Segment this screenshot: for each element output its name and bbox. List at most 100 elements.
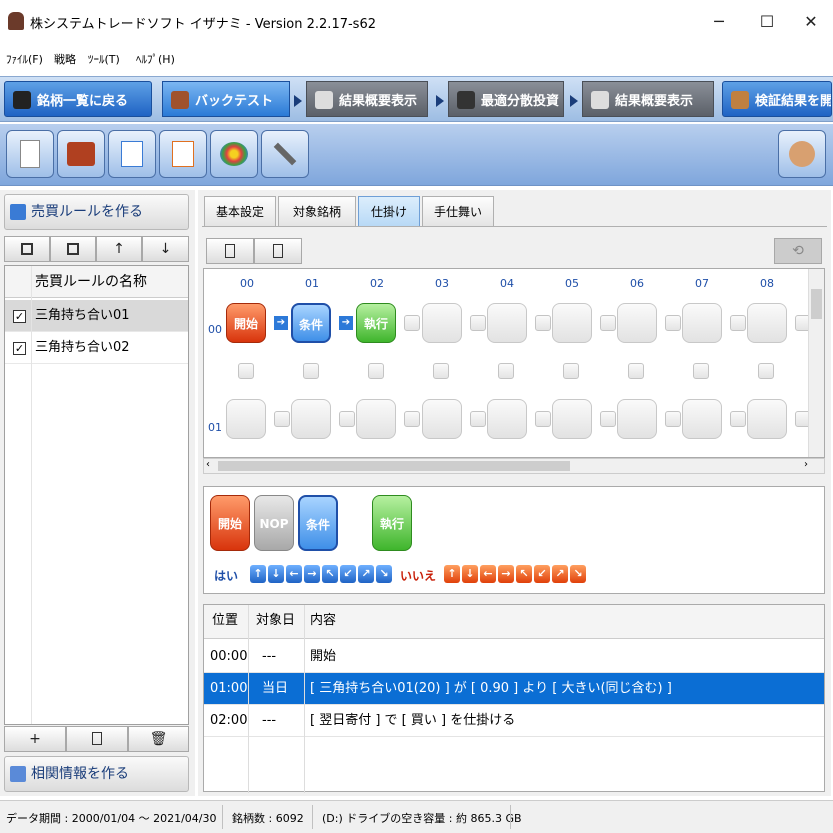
flow-connector[interactable] — [470, 411, 486, 427]
settings-chest-button[interactable] — [57, 130, 105, 178]
export-button[interactable] — [108, 130, 156, 178]
flow-cell[interactable] — [226, 399, 266, 439]
flow-cell[interactable] — [356, 399, 396, 439]
flow-connector[interactable] — [730, 411, 746, 427]
flow-connector[interactable] — [600, 315, 616, 331]
export-flow-button[interactable] — [254, 238, 302, 264]
flow-node-condition[interactable]: 条件 — [291, 303, 331, 343]
no-arrow-upright-icon[interactable]: ↗ — [552, 565, 568, 583]
yes-arrow-up-icon[interactable]: ↑ — [250, 565, 266, 583]
palette-button[interactable] — [210, 130, 258, 178]
flow-canvas[interactable]: 00 01 02 03 04 05 06 07 08 00 01 開始 ➔ 条件… — [203, 268, 825, 458]
flow-cell[interactable] — [422, 303, 462, 343]
yes-arrow-downright-icon[interactable]: ↘ — [376, 565, 392, 583]
yes-arrow-down-icon[interactable]: ↓ — [268, 565, 284, 583]
minimize-button[interactable]: ─ — [696, 8, 742, 36]
palette-condition[interactable]: 条件 — [298, 495, 338, 551]
save-as-rule-button[interactable] — [50, 236, 96, 262]
flow-node-execute[interactable]: 執行 — [356, 303, 396, 343]
no-arrow-down-icon[interactable]: ↓ — [462, 565, 478, 583]
menu-help[interactable]: ﾍﾙﾌﾟ(H) — [136, 51, 175, 67]
create-correlation-button[interactable]: 相関情報を作る — [4, 756, 189, 792]
palette-start[interactable]: 開始 — [210, 495, 250, 551]
palette-nop[interactable]: NOP — [254, 495, 294, 551]
exit-button[interactable] — [778, 130, 826, 178]
no-arrow-right-icon[interactable]: → — [498, 565, 514, 583]
yes-arrow-upright-icon[interactable]: ↗ — [358, 565, 374, 583]
vertical-scrollbar[interactable] — [808, 269, 824, 457]
no-arrow-left-icon[interactable]: ← — [480, 565, 496, 583]
import-flow-button[interactable] — [206, 238, 254, 264]
close-button[interactable]: ✕ — [788, 8, 833, 36]
scroll-right-icon[interactable]: › — [804, 459, 808, 470]
flow-node-start[interactable]: 開始 — [226, 303, 266, 343]
move-up-button[interactable]: ↑ — [96, 236, 142, 262]
flow-connector[interactable] — [339, 411, 355, 427]
yes-arrow-right-icon[interactable]: → — [304, 565, 320, 583]
flow-connector[interactable] — [600, 411, 616, 427]
rule-list-item[interactable]: ✓ 三角持ち合い01 — [5, 300, 188, 332]
table-row[interactable]: 00:00 --- 開始 — [204, 641, 824, 673]
flow-connector[interactable] — [368, 363, 384, 379]
copy-rule-button[interactable] — [66, 726, 128, 752]
nav-backtest[interactable]: バックテスト — [162, 81, 290, 117]
rule-checkbox[interactable]: ✓ — [13, 310, 26, 323]
flow-cell[interactable] — [422, 399, 462, 439]
flow-cell[interactable] — [617, 399, 657, 439]
flow-connector[interactable] — [433, 363, 449, 379]
maximize-button[interactable]: ☐ — [744, 8, 790, 36]
flow-connector[interactable] — [665, 411, 681, 427]
horizontal-scroll-thumb[interactable] — [218, 461, 570, 471]
yes-arrow-downleft-icon[interactable]: ↙ — [340, 565, 356, 583]
nav-summary-2[interactable]: 結果概要表示 — [582, 81, 714, 117]
flow-cell[interactable] — [747, 399, 787, 439]
nav-open-results[interactable]: 検証結果を開く — [722, 81, 832, 117]
scroll-left-icon[interactable]: ‹ — [206, 459, 210, 470]
no-arrow-up-icon[interactable]: ↑ — [444, 565, 460, 583]
flow-cell[interactable] — [552, 399, 592, 439]
undo-button[interactable]: ⟲ — [774, 238, 822, 264]
tab-entry[interactable]: 仕掛け — [358, 196, 420, 226]
menu-tools[interactable]: ﾂｰﾙ(T) — [88, 51, 120, 67]
no-arrow-downleft-icon[interactable]: ↙ — [534, 565, 550, 583]
create-rule-button[interactable]: 売買ルールを作る — [4, 194, 189, 230]
flow-cell[interactable] — [487, 303, 527, 343]
menu-strategy[interactable]: 戦略 — [54, 51, 76, 67]
flow-connector[interactable] — [628, 363, 644, 379]
add-rule-button[interactable]: + — [4, 726, 66, 752]
flow-connector[interactable] — [470, 315, 486, 331]
save-rule-button[interactable] — [4, 236, 50, 262]
tab-exit[interactable]: 手仕舞い — [422, 196, 494, 226]
palette-execute[interactable]: 執行 — [372, 495, 412, 551]
flow-connector[interactable] — [693, 363, 709, 379]
flow-cell[interactable] — [552, 303, 592, 343]
new-file-button[interactable] — [6, 130, 54, 178]
flow-cell[interactable] — [617, 303, 657, 343]
tab-target-stocks[interactable]: 対象銘柄 — [278, 196, 356, 226]
flow-cell[interactable] — [747, 303, 787, 343]
rule-list-item[interactable]: ✓ 三角持ち合い02 — [5, 332, 188, 364]
yes-arrow-upleft-icon[interactable]: ↖ — [322, 565, 338, 583]
flow-connector[interactable] — [730, 315, 746, 331]
horizontal-scrollbar[interactable]: ‹ › — [203, 458, 825, 474]
yes-arrow-left-icon[interactable]: ← — [286, 565, 302, 583]
flow-connector[interactable] — [758, 363, 774, 379]
nav-optimize[interactable]: 最適分散投資 — [448, 81, 564, 117]
nav-summary-1[interactable]: 結果概要表示 — [306, 81, 428, 117]
flow-connector[interactable] — [404, 411, 420, 427]
move-down-button[interactable]: ↓ — [142, 236, 189, 262]
flow-cell[interactable] — [682, 303, 722, 343]
vertical-scroll-thumb[interactable] — [811, 289, 822, 319]
nav-back-to-list[interactable]: 銘柄一覧に戻る — [4, 81, 152, 117]
flow-connector[interactable] — [498, 363, 514, 379]
table-row[interactable]: 02:00 --- [ 翌日寄付 ] で [ 買い ] を仕掛ける — [204, 705, 824, 737]
flow-connector[interactable] — [238, 363, 254, 379]
flow-cell[interactable] — [291, 399, 331, 439]
flow-cell[interactable] — [487, 399, 527, 439]
no-arrow-upleft-icon[interactable]: ↖ — [516, 565, 532, 583]
menu-file[interactable]: ﾌｧｲﾙ(F) — [6, 51, 43, 67]
import-button[interactable] — [159, 130, 207, 178]
flow-connector[interactable] — [535, 315, 551, 331]
table-row[interactable]: 01:00 当日 [ 三角持ち合い01(20) ] が [ 0.90 ] より … — [204, 673, 824, 705]
tab-basic-settings[interactable]: 基本設定 — [204, 196, 276, 226]
